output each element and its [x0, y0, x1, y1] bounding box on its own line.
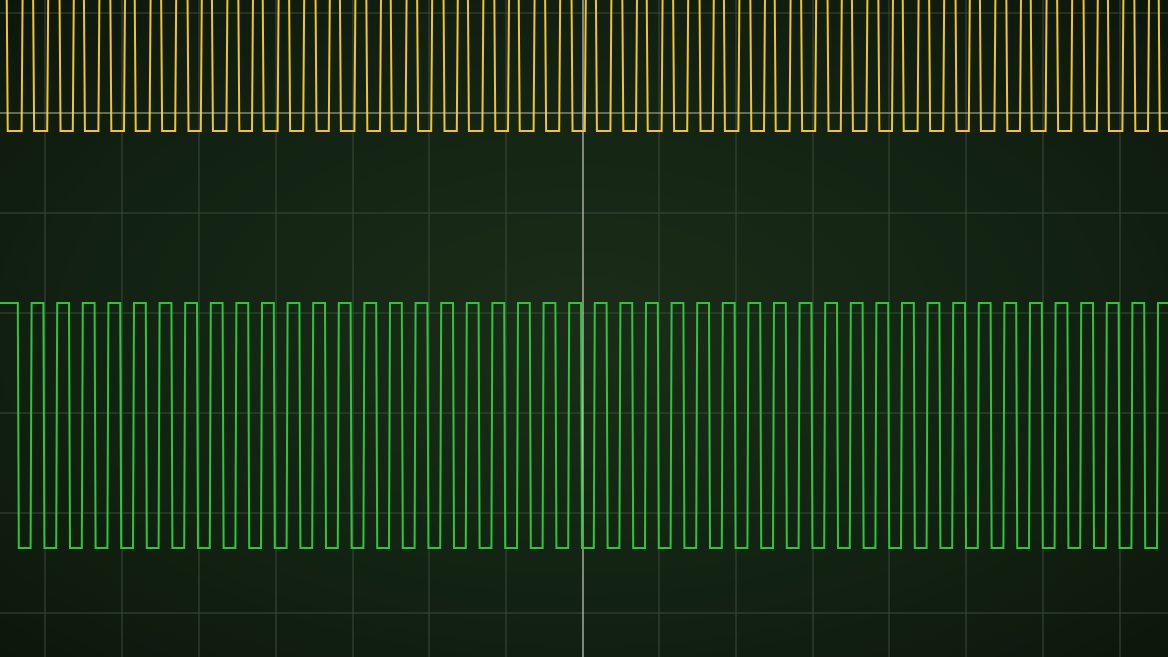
oscilloscope-display — [0, 0, 1168, 657]
channel-2-trace — [0, 302, 1168, 549]
channel-1-trace — [5, 0, 1168, 132]
waveform-canvas[interactable] — [0, 0, 1168, 657]
